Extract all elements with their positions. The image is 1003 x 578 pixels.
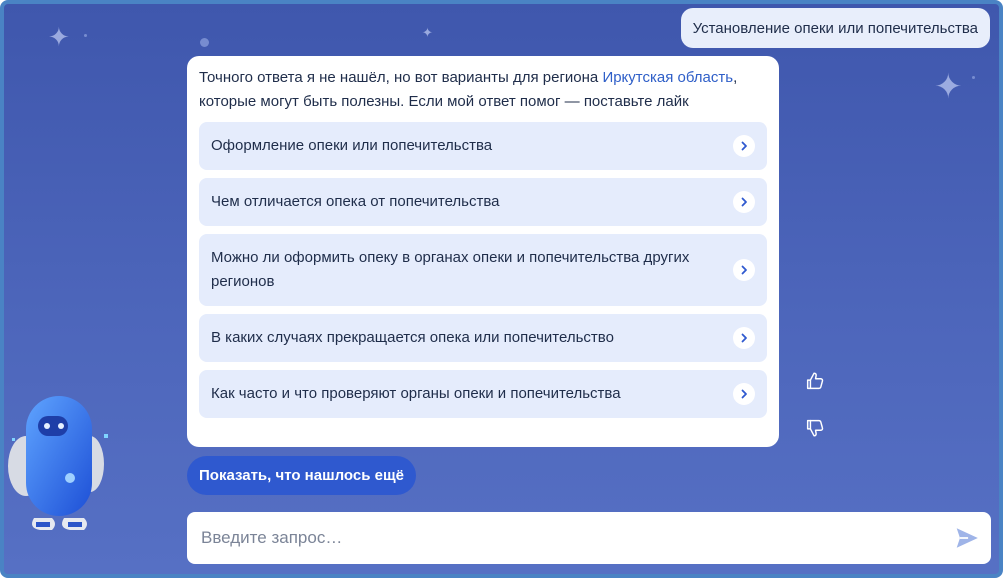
chevron-right-icon	[733, 191, 755, 213]
suggestion-option[interactable]: В каких случаях прекращается опека или п…	[199, 314, 767, 362]
chevron-right-icon	[733, 259, 755, 281]
suggestion-label: Чем отличается опека от попечительства	[211, 193, 500, 210]
region-link[interactable]: Иркутская область	[602, 69, 733, 86]
message-input-bar	[187, 512, 991, 564]
sparkle-icon: ✦	[422, 25, 433, 40]
suggestion-label: Можно ли оформить опеку в органах опеки …	[211, 249, 690, 290]
suggestion-option[interactable]: Чем отличается опека от попечительства	[199, 178, 767, 226]
thumbs-up-icon[interactable]	[804, 370, 826, 392]
chevron-right-icon	[733, 383, 755, 405]
suggestion-label: Как часто и что проверяют органы опеки и…	[211, 385, 621, 402]
sparkle-icon: ✦	[48, 22, 70, 52]
chat-window: ✦ ✦ ✦ Установление опеки или попечительс…	[0, 0, 1003, 578]
user-message-text: Установление опеки или попечительства	[692, 19, 978, 37]
thumbs-down-icon[interactable]	[804, 417, 826, 439]
bot-text-intro: Точного ответа я не нашёл, но вот вариан…	[199, 69, 603, 86]
suggestion-option[interactable]: Можно ли оформить опеку в органах опеки …	[199, 234, 767, 306]
chevron-right-icon	[733, 135, 755, 157]
send-icon[interactable]	[953, 524, 981, 552]
bot-message: Точного ответа я не нашёл, но вот вариан…	[187, 56, 779, 447]
show-more-button[interactable]: Показать, что нашлось ещё	[187, 456, 416, 495]
suggestion-option[interactable]: Оформление опеки или попечительства	[199, 122, 767, 170]
robot-mascot	[8, 396, 108, 530]
show-more-label: Показать, что нашлось ещё	[199, 467, 404, 484]
user-message: Установление опеки или попечительства	[680, 8, 990, 48]
decor-dot	[200, 38, 209, 47]
bot-message-text: Точного ответа я не нашёл, но вот вариан…	[199, 66, 767, 114]
message-input[interactable]	[199, 527, 953, 549]
decor-dot	[972, 76, 975, 79]
suggestion-option[interactable]: Как часто и что проверяют органы опеки и…	[199, 370, 767, 418]
suggestion-label: В каких случаях прекращается опека или п…	[211, 329, 614, 346]
suggestion-label: Оформление опеки или попечительства	[211, 137, 493, 154]
chevron-right-icon	[733, 327, 755, 349]
sparkle-icon: ✦	[934, 68, 963, 106]
decor-dot	[84, 34, 87, 37]
